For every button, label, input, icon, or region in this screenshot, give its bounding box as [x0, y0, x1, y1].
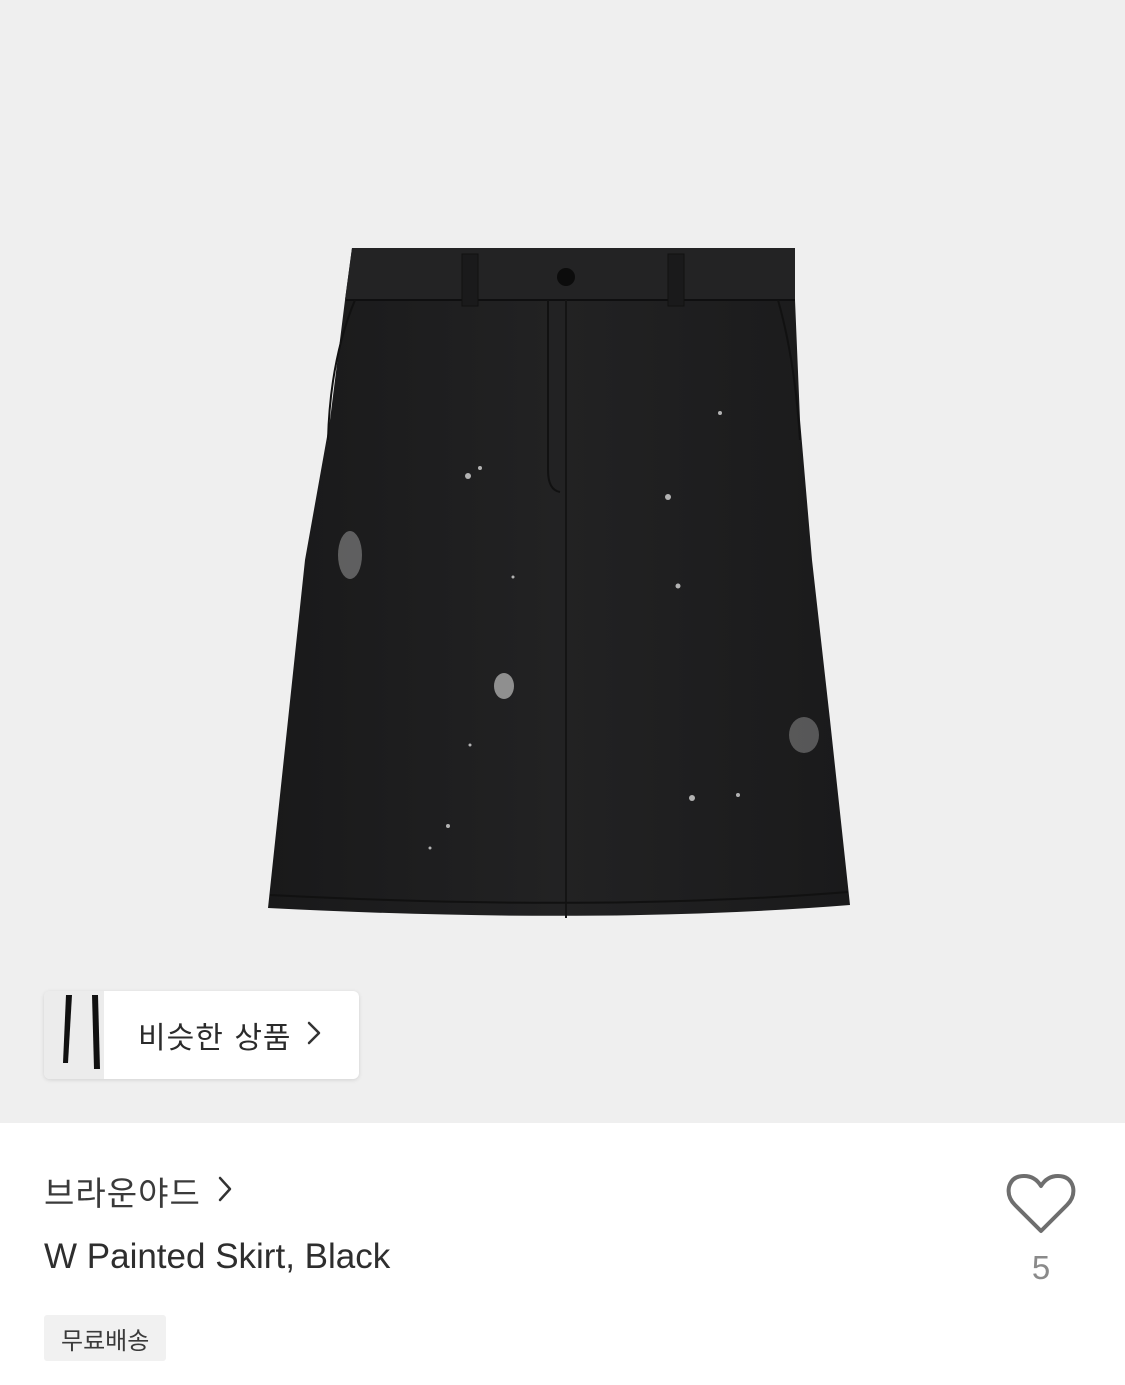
product-image[interactable]: [0, 0, 1125, 1123]
heart-outline-icon[interactable]: [1006, 1173, 1076, 1239]
brand-link[interactable]: 브라운야드: [44, 1167, 233, 1215]
product-image-area[interactable]: 비슷한 상품: [0, 0, 1125, 1123]
chevron-right-icon: [217, 1175, 233, 1207]
similar-products-thumbnail: [44, 991, 104, 1079]
product-info: 브라운야드 W Painted Skirt, Black 무료배송 5: [0, 1123, 1125, 1385]
brand-name: 브라운야드: [44, 1174, 201, 1213]
like-button[interactable]: 5: [1003, 1173, 1079, 1293]
chevron-right-icon: [306, 1020, 322, 1050]
free-shipping-badge: 무료배송: [44, 1315, 167, 1361]
skirt-button: [557, 268, 575, 286]
similar-products-button[interactable]: 비슷한 상품: [44, 991, 359, 1079]
like-count: 5: [1031, 1249, 1051, 1286]
skirt-shape: [268, 248, 850, 916]
product-title: W Painted Skirt, Black: [44, 1237, 391, 1276]
similar-products-label: 비슷한 상품: [138, 1021, 292, 1056]
